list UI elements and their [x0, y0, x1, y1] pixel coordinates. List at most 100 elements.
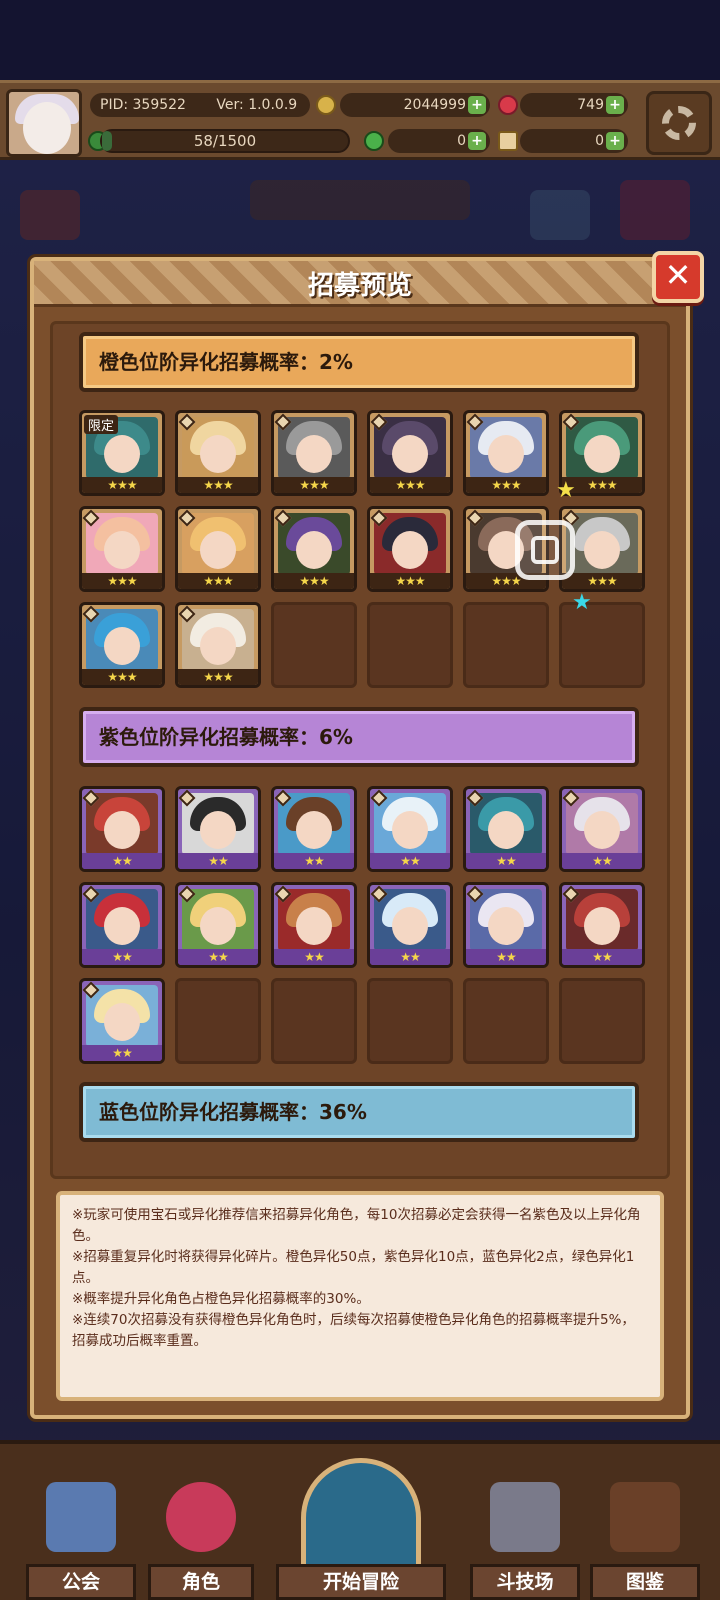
nav-character-label: 角色	[148, 1564, 254, 1600]
tier-banner-purple: 紫色位阶异化招募概率：6%	[79, 707, 639, 767]
character-card[interactable]: ★★	[175, 882, 261, 968]
character-card[interactable]: ★★★	[175, 506, 261, 592]
nav-guild[interactable]: 公会	[26, 1472, 136, 1600]
version-text: Ver: 1.0.0.9	[216, 97, 298, 113]
character-card[interactable]: ★★	[79, 786, 165, 872]
empty-slot	[175, 978, 261, 1064]
star-rating: ★★	[466, 853, 546, 869]
empty-slot	[463, 978, 549, 1064]
character-card[interactable]: ★★★	[463, 410, 549, 496]
nav-codex[interactable]: 图鉴	[590, 1472, 700, 1600]
clover-add-button[interactable]: +	[468, 132, 486, 150]
character-portrait	[182, 513, 254, 575]
empty-slot	[559, 978, 645, 1064]
avatar[interactable]	[6, 89, 82, 157]
character-portrait	[566, 513, 638, 575]
character-card[interactable]: ★★★	[175, 410, 261, 496]
character-portrait	[182, 793, 254, 855]
star-rating: ★★★	[274, 477, 354, 493]
character-portrait	[86, 609, 158, 671]
note-2: ※招募重复异化时将获得异化碎片。橙色异化50点，紫色异化10点，蓝色异化2点，绿…	[72, 1249, 635, 1286]
gem-amount: 749	[577, 97, 604, 113]
character-icon	[166, 1482, 236, 1552]
recruit-notes: ※玩家可使用宝石或异化推荐信来招募异化角色，每10次招募必定会获得一名紫色及以上…	[56, 1191, 664, 1401]
star-rating: ★★★	[82, 669, 162, 685]
close-button[interactable]: ✕	[652, 251, 704, 303]
character-portrait	[278, 889, 350, 951]
character-portrait	[278, 417, 350, 479]
crossed-swords-icon	[490, 1482, 560, 1552]
star-rating: ★★★	[274, 573, 354, 589]
background-top	[0, 0, 720, 80]
recruit-list[interactable]: 橙色位阶异化招募概率：2% 限定 ★★★ ★★★ ★★★ ★★★ ★★★ ★★★ ★★★ ★★★…	[50, 321, 670, 1179]
star-rating: ★★★	[466, 477, 546, 493]
character-card[interactable]: ★★	[79, 882, 165, 968]
character-card[interactable]: ★★	[559, 786, 645, 872]
gold-coin-icon	[316, 95, 336, 115]
status-bar: PID: 359522 Ver: 1.0.0.9 2044999 + 749 +…	[0, 80, 720, 160]
character-portrait	[278, 793, 350, 855]
character-card[interactable]: ★★	[463, 882, 549, 968]
gem-add-button[interactable]: +	[606, 96, 624, 114]
screenshot-float-icon[interactable]	[515, 520, 575, 580]
character-card[interactable]: ★★	[367, 882, 453, 968]
empty-slot	[463, 602, 549, 688]
character-card[interactable]: ★★★	[271, 506, 357, 592]
star-rating: ★★★	[178, 573, 258, 589]
star-rating: ★★	[82, 1045, 162, 1061]
guild-icon	[46, 1482, 116, 1552]
key-icon	[498, 131, 518, 151]
star-rating: ★★★	[562, 573, 642, 589]
gold-add-button[interactable]: +	[468, 96, 486, 114]
star-rating: ★★	[178, 853, 258, 869]
character-card[interactable]: ★★	[175, 786, 261, 872]
limited-tag: 限定	[84, 415, 119, 434]
character-portrait	[470, 417, 542, 479]
empty-slot	[367, 978, 453, 1064]
clover-amount: 0	[457, 133, 466, 149]
character-card[interactable]: ★★	[79, 978, 165, 1064]
star-rating: ★★	[370, 949, 450, 965]
star-rating: ★★★	[178, 669, 258, 685]
character-card[interactable]: ★★	[271, 882, 357, 968]
character-card[interactable]: ★★	[463, 786, 549, 872]
character-card[interactable]: ★★★	[367, 410, 453, 496]
character-portrait	[86, 889, 158, 951]
character-card[interactable]: ★★★	[79, 602, 165, 688]
nav-arena[interactable]: 斗技场	[470, 1472, 580, 1600]
star-rating: ★★	[82, 949, 162, 965]
character-portrait	[278, 513, 350, 575]
close-icon: ✕	[664, 256, 692, 294]
modal-title: 招募预览	[307, 271, 412, 301]
character-card[interactable]: ★★★	[175, 602, 261, 688]
character-card[interactable]: ★★	[559, 882, 645, 968]
key-add-button[interactable]: +	[606, 132, 624, 150]
settings-button[interactable]	[646, 91, 712, 155]
star-rating: ★★	[178, 949, 258, 965]
clover-icon	[364, 131, 384, 151]
character-card[interactable]: ★★	[367, 786, 453, 872]
tier-blue-label: 蓝色位阶异化招募概率：36%	[99, 1100, 367, 1124]
character-card[interactable]: 限定 ★★★	[79, 410, 165, 496]
star-rating: ★★★	[370, 477, 450, 493]
star-rating: ★★	[274, 853, 354, 869]
character-portrait	[374, 513, 446, 575]
star-rating: ★★★	[178, 477, 258, 493]
star-rating: ★★★	[82, 573, 162, 589]
character-portrait	[566, 889, 638, 951]
nav-start-adventure[interactable]: 开始冒险	[276, 1458, 446, 1600]
purple-card-grid: ★★ ★★ ★★ ★★ ★★ ★★ ★★ ★★ ★★ ★★ ★★ ★★ ★★	[79, 786, 645, 1064]
bottom-nav: 公会 角色 开始冒险 斗技场 图鉴	[0, 1440, 720, 1600]
character-card[interactable]: ★★★	[79, 506, 165, 592]
empty-slot	[271, 602, 357, 688]
character-card[interactable]: ★★★	[271, 410, 357, 496]
character-portrait	[86, 513, 158, 575]
character-card[interactable]: ★★★	[367, 506, 453, 592]
tier-orange-label: 橙色位阶异化招募概率：2%	[99, 350, 353, 374]
star-rating: ★★	[562, 853, 642, 869]
nav-character[interactable]: 角色	[148, 1472, 254, 1600]
character-card[interactable]: ★★	[271, 786, 357, 872]
note-4: ※连续70次招募没有获得橙色异化角色时，后续每次招募使橙色异化角色的招募概率提升…	[72, 1312, 635, 1349]
empty-slot	[367, 602, 453, 688]
sparkle-icon: ★	[556, 478, 576, 503]
